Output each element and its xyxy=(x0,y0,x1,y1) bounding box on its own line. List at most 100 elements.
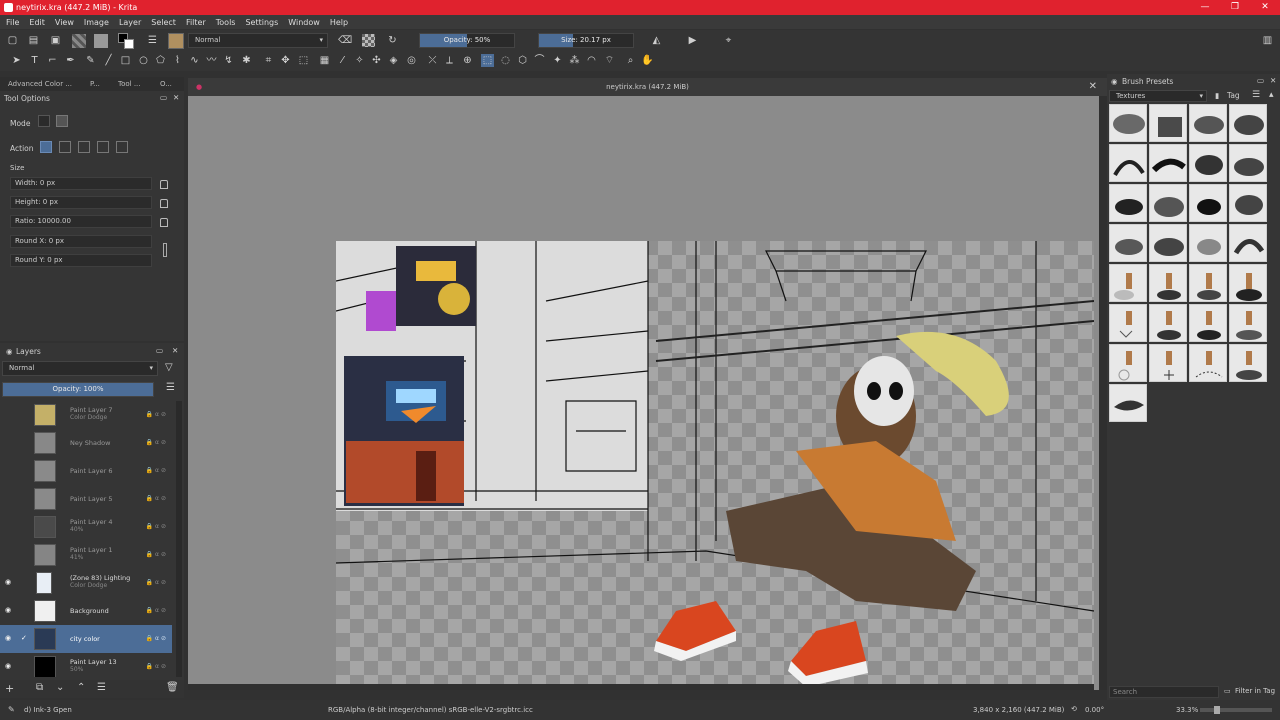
gradient-tool-icon[interactable]: ▦ xyxy=(318,54,331,67)
layer-properties-icon[interactable]: ☰ xyxy=(97,682,106,693)
brush-preset-thumb[interactable] xyxy=(1149,344,1187,382)
layer-row[interactable]: Ney Shadow 🔒α⊘ xyxy=(0,429,172,457)
brush-preset-thumb[interactable] xyxy=(1229,144,1267,182)
brush-preset-thumb[interactable] xyxy=(1189,184,1227,222)
mirror-horizontal-icon[interactable]: ◭ xyxy=(650,34,663,47)
size-slider[interactable]: Size: 20.17 px xyxy=(538,33,634,48)
menu-edit[interactable]: Edit xyxy=(29,18,45,27)
float-panel-icon[interactable]: ▭ xyxy=(160,93,167,102)
brush-preset-thumb[interactable] xyxy=(1149,144,1187,182)
brush-preset-thumb[interactable] xyxy=(1149,104,1187,142)
mode-replace-icon[interactable] xyxy=(38,115,50,127)
reference-images-icon[interactable]: ⊕ xyxy=(461,54,474,67)
menu-filter[interactable]: Filter xyxy=(186,18,206,27)
visibility-eye-icon[interactable] xyxy=(5,523,14,529)
brush-preset-thumb[interactable] xyxy=(1229,304,1267,342)
layer-lock-alpha-icons[interactable]: 🔒α⊘ xyxy=(146,411,168,418)
height-lock-icon[interactable] xyxy=(160,199,168,208)
brush-preset-thumb[interactable] xyxy=(1109,104,1147,142)
move-tool-icon[interactable]: ✥ xyxy=(279,54,292,67)
brush-settings-icon[interactable]: ☰ xyxy=(146,34,159,47)
layer-lock-alpha-icons[interactable]: 🔒α⊘ xyxy=(146,467,168,474)
menu-settings[interactable]: Settings xyxy=(245,18,278,27)
freehand-selection-icon[interactable]: ⌒ xyxy=(533,54,546,67)
color-picker-icon[interactable]: ⁄ xyxy=(336,54,349,67)
visibility-eye-icon[interactable]: ◉ xyxy=(5,607,14,614)
menu-tools[interactable]: Tools xyxy=(216,18,236,27)
width-lock-icon[interactable] xyxy=(160,180,168,189)
new-document-icon[interactable]: ▢ xyxy=(6,34,19,47)
mode-shape-icon[interactable] xyxy=(56,115,68,127)
freehand-brush-icon[interactable]: ✎ xyxy=(84,54,97,67)
alpha-lock-icon[interactable] xyxy=(362,34,375,47)
vertical-scrollbar[interactable] xyxy=(1099,96,1107,690)
duplicate-layer-icon[interactable]: ⧉ xyxy=(36,682,43,693)
multibrush-icon[interactable]: ✱ xyxy=(240,54,253,67)
brush-preset-thumb[interactable] xyxy=(1109,184,1147,222)
ratio-field[interactable]: Ratio: 10000.00 xyxy=(10,215,152,228)
blend-mode-combo[interactable]: Normal ▾ xyxy=(188,33,328,48)
layer-lock-alpha-icons[interactable]: 🔒α⊘ xyxy=(146,495,168,502)
brush-preset-thumb[interactable] xyxy=(1229,344,1267,382)
brush-preset-thumb[interactable] xyxy=(1229,264,1267,302)
brush-preset-thumb[interactable] xyxy=(1189,144,1227,182)
close-brushes-icon[interactable]: ✕ xyxy=(1270,76,1276,85)
layer-lock-alpha-icons[interactable]: 🔒α⊘ xyxy=(146,635,168,642)
checkmark-icon[interactable]: ✓ xyxy=(21,634,27,642)
brush-preset-thumbnail[interactable] xyxy=(168,33,184,49)
tag-icon[interactable]: ▮ xyxy=(1215,91,1219,100)
height-field[interactable]: Height: 0 px xyxy=(10,196,152,209)
zoom-tool-icon[interactable]: ⌕ xyxy=(624,54,637,67)
brush-preset-thumb[interactable] xyxy=(1149,304,1187,342)
layers-scrollbar[interactable] xyxy=(176,401,182,677)
action-intersect-icon[interactable] xyxy=(59,141,71,153)
brush-preset-thumb[interactable] xyxy=(1109,384,1147,422)
visibility-eye-icon[interactable]: ◉ xyxy=(5,635,14,642)
layer-row[interactable]: Paint Layer 6 🔒α⊘ xyxy=(0,457,172,485)
canvas-area[interactable]: neytirix.kra (447.2 MiB) ● ✕ xyxy=(188,78,1107,690)
similar-selection-icon[interactable]: ⁂ xyxy=(568,54,581,67)
close-button[interactable]: ✕ xyxy=(1250,0,1280,15)
layer-row[interactable]: Paint Layer 4 40% 🔒α⊘ xyxy=(0,513,172,541)
menu-layer[interactable]: Layer xyxy=(119,18,141,27)
layer-row[interactable]: Paint Layer 1 41% 🔒α⊘ xyxy=(0,541,172,569)
layer-lock-alpha-icons[interactable]: 🔒α⊘ xyxy=(146,579,168,586)
fill-tool-icon[interactable]: ◈ xyxy=(387,54,400,67)
brush-preset-thumb[interactable] xyxy=(1109,144,1147,182)
elliptical-selection-icon[interactable]: ◌ xyxy=(499,54,512,67)
zoom-slider-handle[interactable] xyxy=(1214,706,1220,714)
visibility-eye-icon[interactable] xyxy=(5,439,14,445)
layer-row[interactable]: ◉ Paint Layer 13 50% 🔒α⊘ xyxy=(0,653,172,677)
visibility-eye-icon[interactable]: ◉ xyxy=(5,579,14,586)
polygon-tool-icon[interactable]: ⬠ xyxy=(154,54,167,67)
layer-opacity-slider[interactable]: Opacity: 100% xyxy=(2,382,154,397)
tab-palette[interactable]: P... xyxy=(90,80,100,88)
bezier-tool-icon[interactable]: ∿ xyxy=(188,54,201,67)
zoom-slider[interactable] xyxy=(1200,706,1272,714)
pan-tool-icon[interactable]: ✋ xyxy=(641,54,654,67)
close-document-icon[interactable]: ✕ xyxy=(1089,78,1097,96)
menu-help[interactable]: Help xyxy=(330,18,348,27)
wrap-around-icon[interactable]: ⌖ xyxy=(722,34,735,47)
brush-search-input[interactable]: Search xyxy=(1109,686,1219,698)
visibility-eye-icon[interactable] xyxy=(5,551,14,557)
opacity-slider[interactable]: Opacity: 50% xyxy=(419,33,515,48)
link-round-icon[interactable] xyxy=(163,243,167,257)
close-panel-icon[interactable]: ✕ xyxy=(173,93,179,102)
brush-preset-thumb[interactable] xyxy=(1189,304,1227,342)
float-brushes-icon[interactable]: ▭ xyxy=(1257,76,1264,85)
float-layers-icon[interactable]: ▭ xyxy=(156,346,163,355)
layer-lock-alpha-icons[interactable]: 🔒α⊘ xyxy=(146,551,168,558)
brush-preset-thumb[interactable] xyxy=(1229,104,1267,142)
layer-row[interactable]: ◉ (Zone 83) Lighting Color Dodge 🔒α⊘ xyxy=(0,569,172,597)
freehand-path-icon[interactable]: 〰 xyxy=(205,54,218,67)
assistant-tool-icon[interactable]: ⤫ xyxy=(426,54,439,67)
brush-preset-thumb[interactable] xyxy=(1189,104,1227,142)
brush-preset-thumb[interactable] xyxy=(1229,224,1267,262)
gradient-preset-icon[interactable] xyxy=(72,34,86,48)
close-layers-icon[interactable]: ✕ xyxy=(172,346,178,355)
layer-lock-alpha-icons[interactable]: 🔒α⊘ xyxy=(146,663,168,670)
tag-combo[interactable]: Textures ▾ xyxy=(1109,90,1207,102)
visibility-eye-icon[interactable] xyxy=(5,495,14,501)
tag-label[interactable]: Tag xyxy=(1227,91,1240,100)
